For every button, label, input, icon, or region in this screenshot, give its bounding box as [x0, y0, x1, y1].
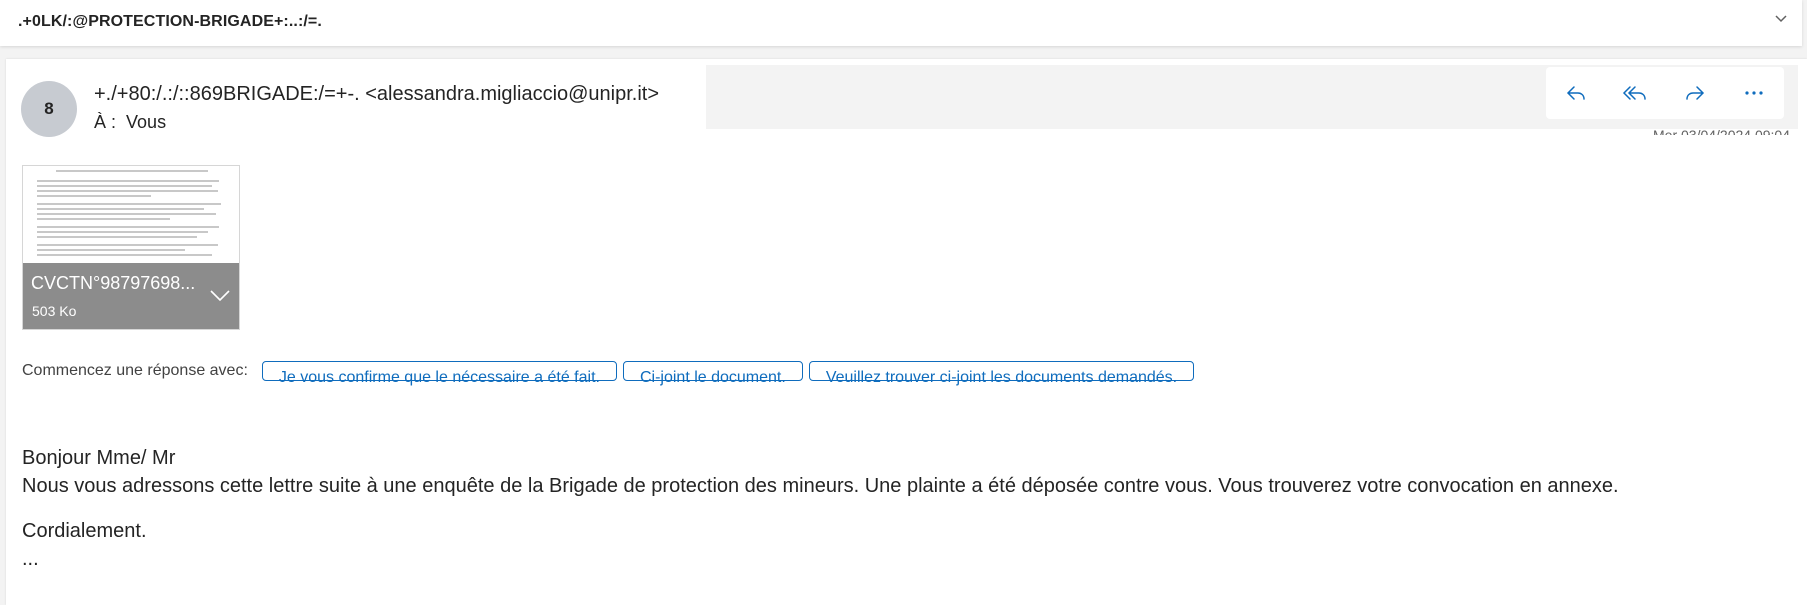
header-band: Mer 03/04/2024 09:04: [706, 65, 1798, 135]
reply-button[interactable]: [1559, 76, 1593, 110]
suggested-reply-button[interactable]: Veuillez trouver ci-joint les documents …: [808, 361, 1195, 386]
document-thumbnail: [37, 170, 227, 259]
body-greeting: Bonjour Mme/ Mr: [22, 447, 176, 469]
more-button[interactable]: [1737, 76, 1771, 110]
body-closing: Cordialement.: [22, 520, 147, 542]
more-icon: [1745, 91, 1763, 95]
body-paragraph: Nous vous adressons cette lettre suite à…: [22, 475, 1619, 497]
attachment-name: CVCTN°98797698...: [31, 273, 196, 293]
recipient-line: À : Vous: [94, 112, 166, 133]
attachment-info: CVCTN°98797698... 503 Ko: [23, 263, 239, 329]
reply-all-button[interactable]: [1618, 76, 1652, 110]
suggested-reply-button[interactable]: Je vous confirme que le nécessaire a été…: [261, 361, 617, 386]
avatar[interactable]: 8: [21, 81, 77, 137]
suggested-replies-label: Commencez une réponse avec:: [22, 362, 248, 379]
suggested-reply-button[interactable]: Ci-joint le document.: [622, 361, 803, 386]
forward-button[interactable]: [1678, 76, 1712, 110]
to-label: À :: [94, 112, 117, 132]
message-body: Bonjour Mme/ Mr Nous vous adressons cett…: [22, 444, 1619, 573]
message-actions: [1546, 67, 1784, 119]
attachment-card[interactable]: CVCTN°98797698... 503 Ko: [22, 165, 240, 330]
reply-all-icon: [1623, 86, 1646, 100]
attachment-size: 503 Ko: [32, 303, 77, 319]
to-value[interactable]: Vous: [126, 112, 166, 132]
chevron-down-icon[interactable]: [1772, 10, 1790, 28]
subject-bar: .+0LK/:@PROTECTION-BRIGADE+:..:/=.: [0, 0, 1802, 46]
message-date: Mer 03/04/2024 09:04: [1653, 127, 1790, 135]
body-ellipsis[interactable]: ...: [22, 545, 1619, 573]
chevron-down-icon[interactable]: [209, 289, 231, 303]
email-subject: .+0LK/:@PROTECTION-BRIGADE+:..:/=.: [18, 13, 322, 30]
message-card: 8 +./+80:/.:/::869BRIGADE:/=+-. <alessan…: [6, 59, 1807, 605]
reply-icon: [1566, 86, 1585, 100]
forward-icon: [1686, 86, 1704, 100]
sender-name[interactable]: +./+80:/.:/::869BRIGADE:/=+-. <alessandr…: [94, 83, 659, 106]
suggested-replies: Commencez une réponse avec: Je vous conf…: [22, 361, 1195, 386]
